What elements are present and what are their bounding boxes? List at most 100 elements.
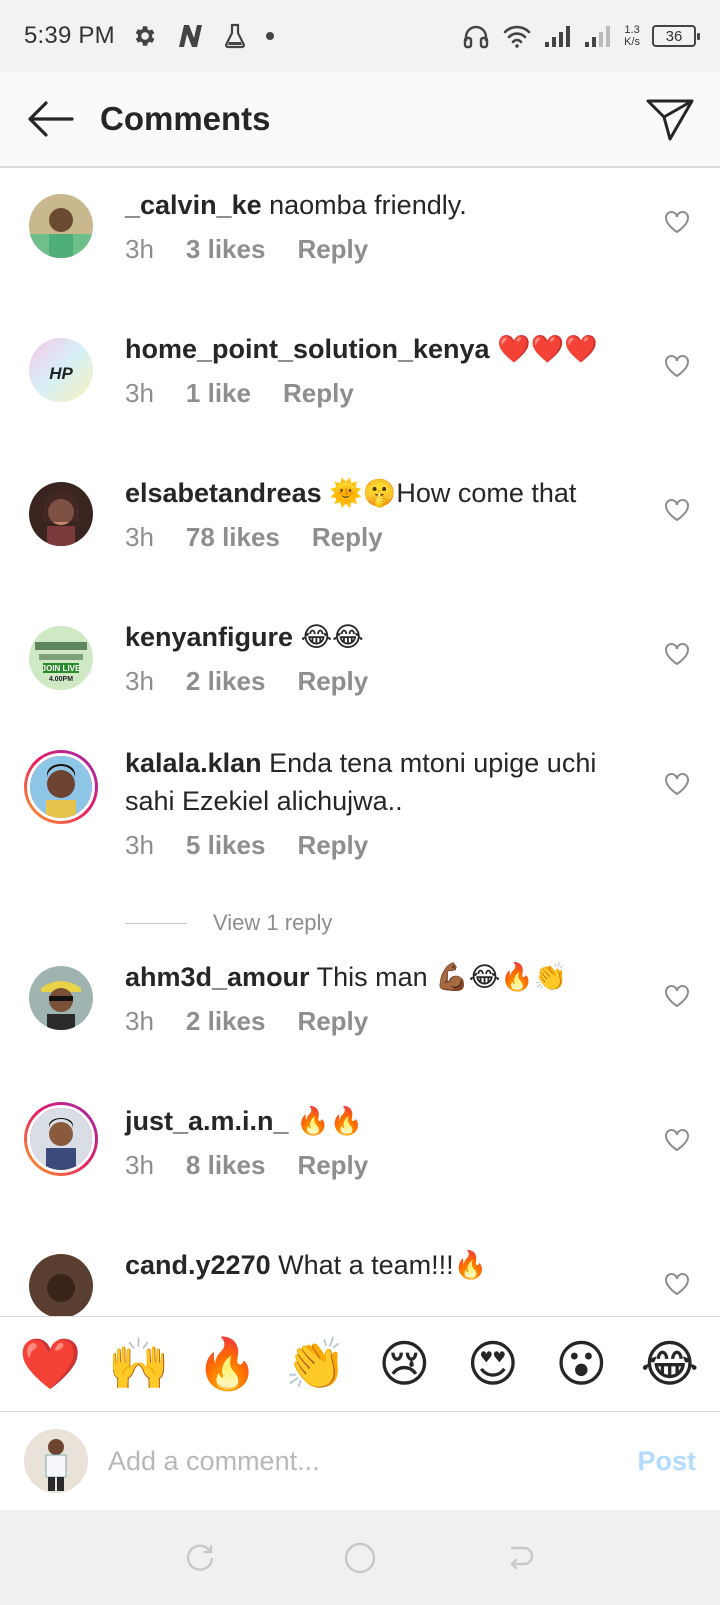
battery-level: 36	[665, 27, 683, 45]
comment-meta: 3h 3 likes Reply	[125, 234, 368, 265]
net-speed-unit: K/s	[624, 36, 640, 48]
comment-likes[interactable]: 5 likes	[186, 830, 266, 861]
signal-icon	[545, 26, 571, 47]
comment-meta: 3h 2 likes Reply	[125, 1006, 368, 1037]
comment-text: kenyanfigure 😂😂	[125, 618, 635, 656]
comments-list[interactable]: _calvin_ke naomba friendly. 3h 3 likes R…	[0, 168, 720, 1316]
comment-likes[interactable]: 78 likes	[186, 522, 280, 553]
emoji-fire-button[interactable]: 🔥	[191, 1328, 263, 1400]
comment-body: ❤️❤️❤️	[489, 334, 598, 364]
my-avatar	[24, 1429, 88, 1493]
recents-button[interactable]	[180, 1538, 220, 1578]
back-arrow-icon	[28, 101, 74, 137]
comment-likes[interactable]: 3 likes	[186, 234, 266, 265]
emoji-heart-eyes-button[interactable]: 😍	[457, 1328, 529, 1400]
comment-meta: 3h 78 likes Reply	[125, 522, 383, 553]
heart-icon[interactable]	[664, 354, 690, 378]
reply-button[interactable]: Reply	[297, 1150, 368, 1181]
emoji-clap-button[interactable]: 👏	[280, 1328, 352, 1400]
recents-icon	[186, 1543, 214, 1571]
post-button[interactable]: Post	[637, 1446, 696, 1477]
comment-text: home_point_solution_kenya ❤️❤️❤️	[125, 330, 635, 368]
heart-icon[interactable]	[664, 772, 690, 796]
comment-time: 3h	[125, 522, 154, 552]
comment-username[interactable]: ahm3d_amour	[125, 962, 310, 992]
net-speed-value: 1.3	[624, 24, 640, 36]
avatar[interactable]: HP	[29, 338, 93, 402]
comment-time: 3h	[125, 1006, 154, 1036]
comment-username[interactable]: home_point_solution_kenya	[125, 334, 490, 364]
flask-icon	[224, 23, 245, 49]
wifi-icon	[503, 25, 531, 48]
comment-username[interactable]: just_a.m.i.n_	[125, 1106, 289, 1136]
heart-icon[interactable]	[664, 642, 690, 666]
comment-time: 3h	[125, 830, 154, 860]
view-replies-button[interactable]: View 1 reply	[125, 910, 332, 936]
avatar[interactable]	[29, 966, 93, 1030]
comment-meta: 3h 5 likes Reply	[125, 830, 368, 861]
comment-text: _calvin_ke naomba friendly.	[125, 186, 635, 224]
avatar[interactable]	[29, 194, 93, 258]
comment-time: 3h	[125, 666, 154, 696]
reply-button[interactable]: Reply	[297, 234, 368, 265]
net-speed: 1.3 K/s	[624, 24, 640, 48]
headphones-icon	[463, 25, 489, 49]
status-time: 5:39 PM	[24, 22, 115, 49]
avatar[interactable]	[24, 1102, 98, 1176]
comment-username[interactable]: kenyanfigure	[125, 622, 293, 652]
comment-body: What a team!!!🔥	[270, 1250, 488, 1280]
comment-likes[interactable]: 2 likes	[186, 666, 266, 697]
comment-username[interactable]: kalala.klan	[125, 748, 262, 778]
comment-input[interactable]	[108, 1445, 628, 1477]
heart-icon[interactable]	[664, 1272, 690, 1296]
header: Comments	[0, 72, 720, 168]
reply-button[interactable]: Reply	[297, 666, 368, 697]
comment-username[interactable]: elsabetandreas	[125, 478, 322, 508]
back-button[interactable]	[0, 71, 100, 167]
comment-meta: 3h 1 like Reply	[125, 378, 354, 409]
heart-icon[interactable]	[664, 210, 690, 234]
comment-time: 3h	[125, 234, 154, 264]
signal-icon-2	[585, 26, 611, 47]
reply-button[interactable]: Reply	[297, 1006, 368, 1037]
comment-body: naomba friendly.	[261, 190, 467, 220]
avatar[interactable]	[29, 1254, 93, 1316]
avatar[interactable]: JOIN LIVE 4.00PM	[29, 626, 93, 690]
battery-icon: 36	[652, 25, 700, 47]
comment-likes[interactable]: 1 like	[186, 378, 251, 409]
avatar[interactable]	[24, 750, 98, 824]
emoji-heart-button[interactable]: ❤️	[14, 1328, 86, 1400]
emoji-raised-hands-button[interactable]: 🙌	[103, 1328, 175, 1400]
comment-text: cand.y2270 What a team!!!🔥	[125, 1246, 635, 1284]
emoji-laughing-button[interactable]: 😂	[634, 1328, 706, 1400]
comment-username[interactable]: _calvin_ke	[125, 190, 262, 220]
comment-time: 3h	[125, 1150, 154, 1180]
comment-likes[interactable]: 8 likes	[186, 1150, 266, 1181]
emoji-surprised-button[interactable]: 😮	[545, 1328, 617, 1400]
dot-icon	[265, 32, 274, 40]
share-button[interactable]	[640, 90, 700, 150]
reply-button[interactable]: Reply	[283, 378, 354, 409]
comment-body: 🔥🔥	[288, 1106, 364, 1136]
heart-icon[interactable]	[664, 1128, 690, 1152]
n-app-icon	[178, 25, 202, 47]
send-icon	[646, 99, 694, 141]
home-button[interactable]	[340, 1538, 380, 1578]
page-title: Comments	[100, 100, 271, 137]
avatar-banner-time: 4.00PM	[49, 676, 73, 683]
reply-button[interactable]: Reply	[312, 522, 383, 553]
comment-username[interactable]: cand.y2270	[125, 1250, 271, 1280]
comment-likes[interactable]: 2 likes	[186, 1006, 266, 1037]
comment-body: 🌞🤫How come that	[321, 478, 577, 508]
comment-meta: 3h 8 likes Reply	[125, 1150, 368, 1181]
heart-icon[interactable]	[664, 498, 690, 522]
home-circle-icon	[344, 1542, 376, 1573]
gear-icon	[135, 26, 155, 46]
back-nav-button[interactable]	[500, 1538, 540, 1578]
comment-text: ahm3d_amour This man 💪🏾😂🔥👏	[125, 958, 635, 996]
emoji-crying-button[interactable]: 😢	[368, 1328, 440, 1400]
heart-icon[interactable]	[664, 984, 690, 1008]
reply-button[interactable]: Reply	[297, 830, 368, 861]
view-replies-label[interactable]: View 1 reply	[213, 910, 332, 936]
avatar[interactable]	[29, 482, 93, 546]
